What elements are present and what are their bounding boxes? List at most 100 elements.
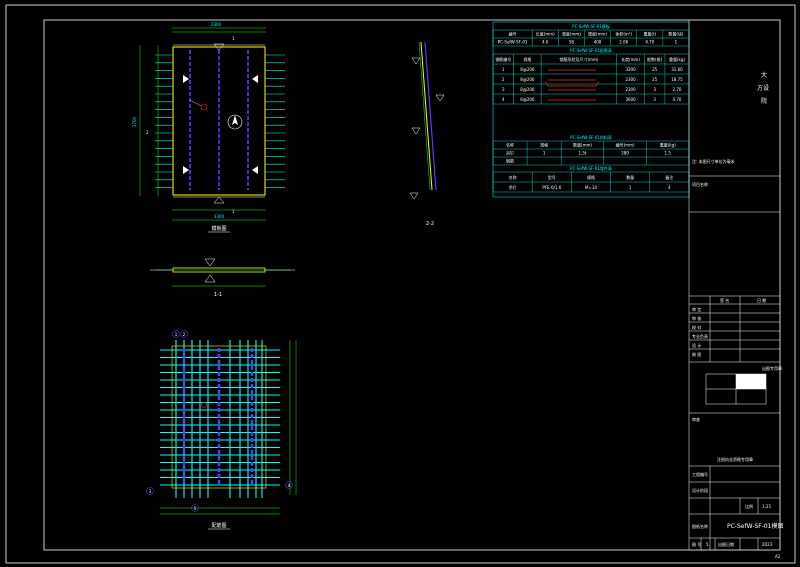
job-label: 工程编号 [692, 471, 708, 477]
lifting-point-marker [183, 166, 189, 174]
svg-text:2: 2 [183, 332, 186, 337]
table2-cell: 4 [502, 97, 505, 102]
role-5: 设 计 [692, 342, 701, 348]
table-material-schedule: PC-SefW-SF-01材料表 名称 规格 数量(mm) 编号(mm) 重量(kg) 吊… [492, 134, 690, 166]
table2-cell: 重量(kg) [669, 56, 685, 62]
table2-cell: 2300 [625, 87, 636, 92]
lifting-point-marker [183, 75, 189, 83]
table1-cell: 重量(t) [643, 30, 656, 36]
rebar-plan-title: 配筋图 [211, 522, 226, 529]
plan-left-rebar-stubs [155, 54, 173, 188]
corner-mark: A2 [775, 554, 781, 559]
table2-cell: 2300 [625, 77, 636, 82]
stamp-label: 出图专用章 [762, 365, 782, 371]
table2-cell: 18.75 [671, 77, 683, 82]
table3-cell: 编号(mm) [616, 141, 635, 147]
table1-cell: PC-SefW-SF-01 [498, 39, 528, 44]
plan-section-mark-left: 2 [146, 130, 149, 135]
table1-cell: 数量(块) [668, 30, 684, 36]
svg-text:3: 3 [149, 489, 152, 494]
table4-cell: 名称 [509, 174, 517, 180]
table1-cell: 4.70 [645, 39, 654, 44]
table1-cell: 408 [594, 39, 602, 44]
plan-view: 2300 3700 1 1 2 3300 模板图 [132, 22, 285, 233]
table2-cell: 8@200 [520, 97, 535, 102]
sheet-inner-border [43, 19, 781, 551]
table2-cell: 钢筋形状及尺寸(mm) [560, 56, 599, 62]
table2-cell: 2.70 [673, 87, 682, 92]
table4-title: PC-SefW-SF-01埋件表 [570, 165, 612, 171]
table2-cell: 3200 [625, 67, 636, 72]
table3-cell: 吊钉 [506, 149, 514, 155]
table1-title: PC-SefW-SF-01模板 [572, 23, 610, 29]
table2-title: PC-SefW-SF-01配筋表 [570, 47, 612, 53]
table4-cell: PFE-0/1.6 [542, 185, 561, 190]
section-2-2-label: 2-2 [426, 221, 434, 227]
table2-cell: 3600 [625, 97, 636, 102]
title-note: 注: 本图尺寸单位为毫米 [692, 158, 735, 164]
table1-cell: 厚度(mm) [588, 30, 607, 36]
seal-label: 审查 [692, 416, 700, 422]
design-stage-label: 设计阶段 [692, 487, 708, 493]
table2-cell: 规格 [523, 56, 531, 62]
table3-cell: 规格 [540, 141, 548, 147]
cad-drawing-canvas: 2300 3700 1 1 2 3300 模板图 2-2 1-1 1 2 3 4… [5, 4, 796, 564]
plan-top-dim: 2300 [211, 22, 222, 27]
bottom-face-marker [213, 196, 225, 204]
table2-cell: 长度(mm) [621, 56, 640, 62]
table-rebar-schedule: PC-SefW-SF-01配筋表 钢筋编号 规格 钢筋形状及尺寸(mm) 长度(mm)… [492, 47, 690, 105]
table1-cell: 编号 [509, 30, 517, 36]
scale-value: 1:25 [762, 504, 771, 509]
table2-cell: 25 [652, 67, 658, 72]
section-1-1-label: 1-1 [214, 292, 222, 298]
table3-cell: 钢筋 [506, 157, 514, 163]
rebar-plan: 1 2 3 4 5 配筋图 [146, 330, 297, 530]
table2-cell: 31.60 [671, 67, 683, 72]
role-4: 专业负责 [692, 333, 708, 339]
table-panel-schedule: PC-SefW-SF-01模板 编号 长度(mm) 宽度(mm) 厚度(mm) 体积(m… [492, 23, 690, 47]
table3-cell: 数量(mm) [573, 141, 592, 147]
scale-label: 比例 [745, 503, 753, 509]
role-2: 审 核 [692, 315, 701, 321]
table3-cell: 名称 [506, 141, 514, 147]
date-label: 出图日期 [718, 541, 734, 547]
lifting-point-marker [252, 75, 258, 83]
sheet-label: 图 号 [692, 541, 701, 547]
table1-cell: 58 [569, 39, 575, 44]
table1-cell: 1 [675, 39, 678, 44]
table4-cell: 4 [668, 185, 671, 190]
version-label: 2023 [762, 542, 773, 547]
table3-cell: 重量(kg) [660, 141, 676, 147]
table2-cell: 4.70 [673, 97, 682, 102]
drawing-name: PC-SefW-SF-01模图 [727, 522, 784, 530]
role-3: 校 对 [692, 324, 701, 330]
table2-cell: 2 [502, 77, 505, 82]
table3-cell: 1.5t [579, 150, 587, 155]
table1-cell: 体积(m³) [615, 30, 632, 36]
table4-cell: 1 [629, 185, 632, 190]
table2-cell: 25 [652, 77, 658, 82]
table4-cell: 备注 [665, 174, 673, 180]
role-6: 制 图 [692, 351, 701, 357]
section-2-2: 2-2 [409, 41, 445, 227]
table1-cell: 2.06 [619, 39, 628, 44]
table4-cell: 规格 [587, 174, 595, 180]
table1-cell: 宽度(mm) [562, 30, 581, 36]
plan-section-mark-top: 1 [232, 36, 235, 41]
table2-cell: 根数(根) [647, 56, 663, 62]
sheet-no: 5 [706, 542, 709, 547]
section-1-1: 1-1 [150, 258, 295, 298]
sign-header-1: 签 名 [720, 297, 729, 303]
table-embed-schedule: PC-SefW-SF-01埋件表 名称 型号 规格 数量 备注吊钉 PFE-0/1.6 M=… [492, 165, 690, 193]
stamp-filled-cell [736, 374, 766, 389]
table1-cell: 长度(mm) [536, 30, 555, 36]
table4-cell: 型号 [548, 174, 556, 180]
company-name-3: 院 [761, 97, 767, 105]
plan-red-bubble [200, 103, 208, 111]
table3-cell: 1 [543, 150, 546, 155]
table3-title: PC-SefW-SF-01材料表 [570, 134, 612, 140]
svg-text:1: 1 [175, 332, 178, 337]
table2-cell: 8@200 [520, 77, 535, 82]
table2-cell: 1 [502, 67, 505, 72]
role-1: 审 定 [692, 306, 701, 312]
